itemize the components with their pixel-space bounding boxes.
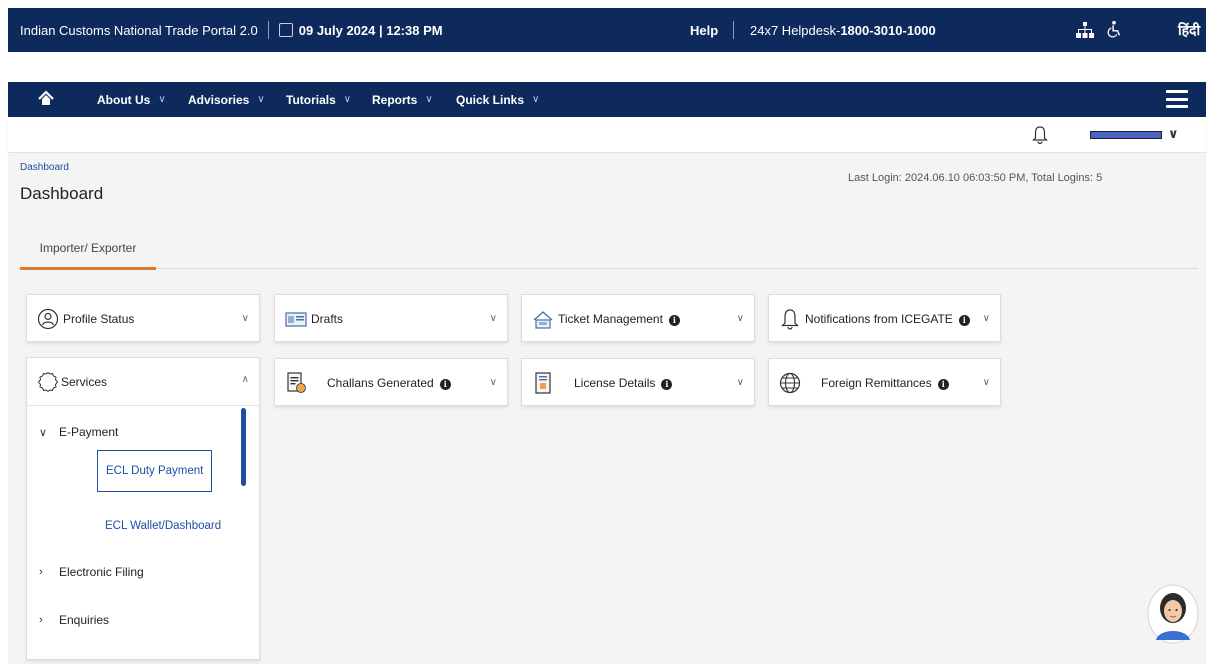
dashboard-main: Dashboard Dashboard Last Login: 2024.06.… <box>8 154 1206 664</box>
info-icon[interactable]: i <box>937 379 949 390</box>
nav-label: About Us <box>97 92 151 107</box>
nav-reports[interactable]: Reports ∨ <box>372 93 433 107</box>
tree-label: Enquiries <box>59 613 110 627</box>
card-label: Challans Generated i <box>327 376 451 390</box>
card-foreign-remittances[interactable]: Foreign Remittances i ∨ <box>768 358 1001 406</box>
nav-label: Reports <box>372 92 418 107</box>
card-label: Drafts <box>311 312 344 326</box>
page-title: Dashboard <box>20 184 104 203</box>
info-icon[interactable]: i <box>439 379 451 390</box>
tab-importer-exporter[interactable]: Importer/ Exporter <box>20 234 156 270</box>
globe-icon <box>779 372 801 394</box>
card-label: Profile Status <box>63 312 135 326</box>
chevron-down-icon[interactable]: ∨ <box>737 313 744 324</box>
link-ecl-wallet-dashboard[interactable]: ECL Wallet/Dashboard <box>105 520 221 532</box>
nav-tutorials[interactable]: Tutorials ∨ <box>286 93 351 107</box>
card-label-text: Notifications from ICEGATE <box>805 312 953 326</box>
main-navigation: About Us ∨ Advisories ∨ Tutorials ∨ Reports… <box>8 82 1206 117</box>
current-datetime: 09 July 2024 | 12:38 PM <box>298 22 443 38</box>
chevron-down-icon: ∨ <box>257 94 265 105</box>
nav-label: Advisories <box>188 92 250 107</box>
logo-band <box>8 52 1206 82</box>
chevron-right-icon: › <box>39 566 43 578</box>
challan-document-icon <box>287 372 306 393</box>
card-license-details[interactable]: License Details i ∨ <box>521 358 755 406</box>
tree-item-enquiries[interactable]: › Enquiries <box>39 613 109 627</box>
card-notifications[interactable]: Notifications from ICEGATE i ∨ <box>768 294 1001 342</box>
chevron-down-icon: ∨ <box>532 94 540 105</box>
scrollbar-thumb[interactable] <box>241 408 246 486</box>
nav-about-us[interactable]: About Us ∨ <box>97 93 166 107</box>
card-challans-generated[interactable]: Challans Generated i ∨ <box>274 358 508 406</box>
link-ecl-duty-payment[interactable]: ECL Duty Payment <box>97 450 213 492</box>
sitemap-icon[interactable] <box>1076 22 1094 38</box>
helpdesk-label: 24x7 Helpdesk- <box>750 22 841 38</box>
info-icon[interactable]: i <box>661 379 673 390</box>
license-icon <box>535 372 551 394</box>
card-label: Notifications from ICEGATE i <box>805 312 970 326</box>
card-label: Foreign Remittances i <box>821 376 949 390</box>
helpdesk-number: 1800-3010-1000 <box>840 22 936 38</box>
last-login-info: Last Login: 2024.06.10 06:03:50 PM, Tota… <box>848 172 1103 184</box>
helpdesk-info: 24x7 Helpdesk-1800-3010-1000 <box>750 23 936 38</box>
chevron-down-icon[interactable]: ∨ <box>242 313 249 324</box>
card-label: Services <box>61 375 108 389</box>
home-icon[interactable] <box>38 90 54 106</box>
tree-item-e-payment[interactable]: ∨ E-Payment <box>39 425 118 439</box>
chevron-down-icon: ∨ <box>425 94 433 105</box>
card-label-text: Ticket Management <box>558 312 663 326</box>
chevron-down-icon[interactable]: ∨ <box>490 377 497 388</box>
tree-label: E-Payment <box>59 425 119 439</box>
nav-advisories[interactable]: Advisories ∨ <box>188 93 265 107</box>
chevron-down-icon[interactable]: ∨ <box>1168 126 1179 142</box>
chevron-down-icon[interactable]: ∨ <box>737 377 744 388</box>
chevron-right-icon: › <box>39 614 43 626</box>
divider <box>267 21 269 39</box>
card-label-text: License Details <box>574 376 656 390</box>
tree-label: Electronic Filing <box>59 565 144 579</box>
services-panel: Services ∧ ∨ E-Payment ECL Duty Payment … <box>26 357 260 660</box>
card-profile-status[interactable]: Profile Status ∨ <box>26 294 260 342</box>
chevron-down-icon[interactable]: ∨ <box>983 377 990 388</box>
services-header[interactable]: Services ∧ <box>27 358 259 406</box>
nav-quick-links[interactable]: Quick Links ∨ <box>456 93 539 107</box>
card-label-text: Foreign Remittances <box>821 376 932 390</box>
accessibility-icon[interactable] <box>1105 20 1123 38</box>
chevron-up-icon[interactable]: ∧ <box>242 374 249 385</box>
chevron-down-icon[interactable]: ∨ <box>983 313 990 324</box>
card-label: License Details i <box>574 376 673 390</box>
card-ticket-management[interactable]: Ticket Management i ∨ <box>521 294 755 342</box>
bell-icon <box>781 309 799 330</box>
portal-title: Indian Customs National Trade Portal 2.0 <box>20 22 258 38</box>
info-icon[interactable]: i <box>668 315 680 326</box>
calendar-icon <box>278 23 293 37</box>
hamburger-menu-icon[interactable] <box>1166 90 1188 108</box>
drafts-icon <box>285 312 307 327</box>
info-icon[interactable]: i <box>958 315 970 326</box>
chevron-down-icon[interactable]: ∨ <box>490 313 497 324</box>
nav-label: Tutorials <box>286 92 336 107</box>
bell-icon[interactable] <box>1032 126 1048 144</box>
help-link[interactable]: Help <box>690 23 718 38</box>
user-strip: ∨ <box>8 117 1206 153</box>
top-header-bar: Indian Customs National Trade Portal 2.0… <box>8 8 1206 52</box>
breadcrumb[interactable]: Dashboard <box>20 162 69 173</box>
card-label: Ticket Management i <box>558 312 680 326</box>
user-name-redacted[interactable] <box>1090 131 1162 139</box>
user-circle-icon <box>37 308 59 330</box>
chevron-down-icon: ∨ <box>158 94 166 105</box>
tree-item-electronic-filing[interactable]: › Electronic Filing <box>39 565 144 579</box>
chevron-down-icon: ∨ <box>39 426 48 439</box>
chatbot-avatar-icon[interactable] <box>1146 584 1200 644</box>
nav-label: Quick Links <box>456 92 525 107</box>
divider <box>733 21 734 39</box>
card-drafts[interactable]: Drafts ∨ <box>274 294 508 342</box>
services-gear-icon <box>37 371 59 393</box>
card-label-text: Challans Generated <box>327 376 434 390</box>
ticket-icon <box>533 311 553 329</box>
tab-divider <box>18 268 1198 269</box>
language-toggle[interactable]: हिंदी <box>1178 21 1200 40</box>
chevron-down-icon: ∨ <box>343 94 352 105</box>
